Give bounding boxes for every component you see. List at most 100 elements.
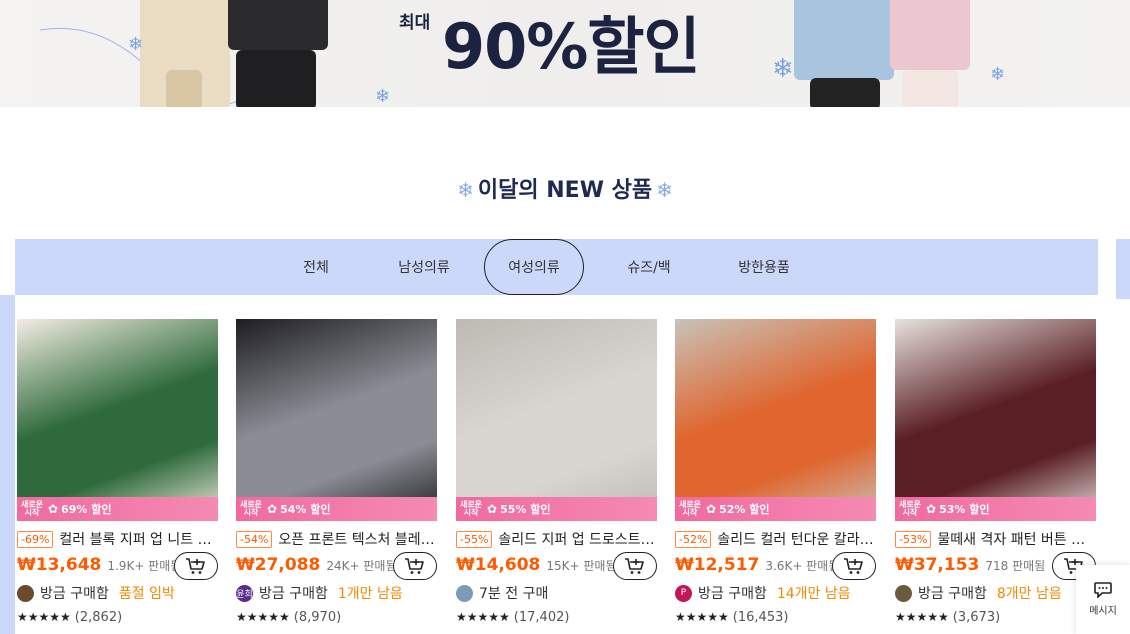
cart-icon bbox=[186, 558, 205, 574]
buyer-avatar bbox=[456, 584, 473, 602]
star-rating: ★★★★★ bbox=[675, 610, 729, 624]
model-figure bbox=[236, 50, 316, 107]
tab-mens[interactable]: 남성의류 bbox=[364, 239, 484, 295]
section-title-text: 이달의 NEW 상품 bbox=[477, 178, 653, 203]
message-button[interactable]: 메시지 bbox=[1076, 565, 1130, 634]
product-image[interactable]: 새로운 시작 ✿ 69% 할인 bbox=[17, 319, 218, 521]
add-to-cart-button[interactable] bbox=[174, 552, 218, 580]
stock-status: 1개만 남음 bbox=[337, 586, 403, 602]
review-count: (2,862) bbox=[74, 609, 123, 625]
promo-percent: 55% 할인 bbox=[500, 503, 551, 516]
tab-shoes-bags[interactable]: 슈즈/백 bbox=[584, 239, 714, 295]
stock-status: 품절 임박 bbox=[118, 586, 175, 602]
sold-count: 24K+ 판매됨 bbox=[326, 558, 397, 573]
stock-status: 14개만 남음 bbox=[776, 586, 851, 602]
add-to-cart-button[interactable] bbox=[393, 552, 437, 580]
sold-count: 1.9K+ 판매됨 bbox=[107, 558, 182, 573]
side-band bbox=[0, 295, 15, 634]
recent-purchase: 방금 구매함 bbox=[259, 586, 328, 602]
sold-count: 718 판매됨 bbox=[985, 558, 1046, 573]
message-label: 메시지 bbox=[1089, 606, 1117, 617]
model-figure bbox=[166, 70, 202, 107]
product-image[interactable]: 새로운 시작 ✿ 53% 할인 bbox=[895, 319, 1096, 521]
product-image[interactable]: 새로운 시작 ✿ 54% 할인 bbox=[236, 319, 437, 521]
snowflake-icon: ❄ bbox=[656, 178, 673, 202]
product-price: ₩12,517 bbox=[675, 555, 760, 575]
sold-count: 15K+ 판매됨 bbox=[546, 558, 617, 573]
recent-purchase: 방금 구매함 bbox=[918, 586, 987, 602]
promo-strip: 새로운 시작 ✿ 53% 할인 bbox=[895, 497, 1096, 521]
model-figure bbox=[902, 70, 958, 107]
discount-badge: -55% bbox=[456, 530, 493, 548]
discount-badge: -69% bbox=[17, 530, 54, 548]
review-count: (16,453) bbox=[732, 609, 789, 625]
review-count: (17,402) bbox=[513, 609, 570, 625]
star-rating: ★★★★★ bbox=[895, 610, 949, 624]
model-figure bbox=[810, 78, 880, 107]
recent-purchase: 방금 구매함 bbox=[698, 586, 767, 602]
tab-winter-goods[interactable]: 방한용품 bbox=[714, 239, 814, 295]
banner-headline: 90%할인 bbox=[442, 10, 700, 83]
discount-badge: -52% bbox=[675, 530, 712, 548]
category-tabs: 전체 남성의류 여성의류 슈즈/백 방한용품 bbox=[268, 239, 814, 295]
product-card[interactable]: 새로운 시작 ✿ 52% 할인 -52% 솔리드 컬러 턴다운 칼라 티셔츠 ₩… bbox=[675, 319, 876, 628]
product-card[interactable]: 새로운 시작 ✿ 55% 할인 -55% 솔리드 지퍼 업 드로스트링 후디 ₩… bbox=[456, 319, 657, 628]
product-card[interactable]: 새로운 시작 ✿ 54% 할인 -54% 오픈 프론트 텍스처 블레이저 코트 … bbox=[236, 319, 437, 628]
product-title[interactable]: 오픈 프론트 텍스처 블레이저 코트 bbox=[278, 529, 437, 549]
promo-tag: 새로운 시작 bbox=[898, 500, 922, 517]
product-title[interactable]: 솔리드 지퍼 업 드로스트링 후디 bbox=[498, 529, 657, 549]
promo-strip: 새로운 시작 ✿ 55% 할인 bbox=[456, 497, 657, 521]
recent-purchase: 방금 구매함 bbox=[40, 586, 109, 602]
product-card[interactable]: 새로운 시작 ✿ 69% 할인 -69% 컬러 블록 지퍼 업 니트 카디건 ₩… bbox=[17, 319, 218, 628]
promo-percent: 52% 할인 bbox=[719, 503, 770, 516]
product-title[interactable]: 솔리드 컬러 턴다운 칼라 티셔츠 bbox=[717, 529, 876, 549]
flower-icon: ✿ bbox=[706, 502, 717, 516]
tab-all[interactable]: 전체 bbox=[268, 239, 364, 295]
promo-tag: 새로운 시작 bbox=[678, 500, 702, 517]
star-rating: ★★★★★ bbox=[17, 610, 71, 624]
product-price: ₩27,088 bbox=[236, 555, 321, 575]
snowflake-icon: ❄ bbox=[457, 178, 474, 202]
tab-womens[interactable]: 여성의류 bbox=[484, 239, 584, 295]
promo-tag: 새로운 시작 bbox=[20, 500, 44, 517]
promo-tag: 새로운 시작 bbox=[459, 500, 483, 517]
promo-strip: 새로운 시작 ✿ 52% 할인 bbox=[675, 497, 876, 521]
add-to-cart-button[interactable] bbox=[613, 552, 657, 580]
star-rating: ★★★★★ bbox=[236, 610, 290, 624]
promo-banner[interactable]: ❄ ❄ ❄ ❄ 최대 90%할인 bbox=[0, 0, 1130, 107]
product-card[interactable]: 새로운 시작 ✿ 53% 할인 -53% 물떼새 격자 패턴 버튼 재킷 ₩37… bbox=[895, 319, 1096, 628]
sold-count: 3.6K+ 판매됨 bbox=[765, 558, 840, 573]
product-image[interactable]: 새로운 시작 ✿ 52% 할인 bbox=[675, 319, 876, 521]
recent-purchase: 7분 전 구매 bbox=[479, 586, 549, 602]
model-figure bbox=[794, 0, 894, 80]
snowflake-icon: ❄ bbox=[128, 34, 144, 55]
product-title[interactable]: 컬러 블록 지퍼 업 니트 카디건 bbox=[59, 529, 218, 549]
model-figure bbox=[890, 0, 970, 70]
promo-strip: 새로운 시작 ✿ 69% 할인 bbox=[17, 497, 218, 521]
cart-icon bbox=[844, 558, 863, 574]
snowflake-icon: ❄ bbox=[990, 64, 1006, 85]
buyer-avatar bbox=[895, 584, 912, 602]
flower-icon: ✿ bbox=[267, 502, 278, 516]
review-count: (8,970) bbox=[293, 609, 342, 625]
snowflake-icon: ❄ bbox=[772, 54, 794, 84]
discount-badge: -54% bbox=[236, 530, 273, 548]
promo-percent: 53% 할인 bbox=[939, 503, 990, 516]
snowflake-icon: ❄ bbox=[375, 86, 391, 107]
product-price: ₩13,648 bbox=[17, 555, 102, 575]
product-image[interactable]: 새로운 시작 ✿ 55% 할인 bbox=[456, 319, 657, 521]
chat-icon bbox=[1094, 582, 1112, 598]
product-title[interactable]: 물떼새 격자 패턴 버튼 재킷 bbox=[937, 529, 1096, 549]
flower-icon: ✿ bbox=[48, 502, 59, 516]
banner-subtext: 최대 bbox=[399, 13, 431, 33]
buyer-avatar: P bbox=[675, 584, 692, 602]
buyer-avatar: 윤희 bbox=[236, 584, 253, 602]
product-price: ₩14,608 bbox=[456, 555, 541, 575]
promo-percent: 54% 할인 bbox=[280, 503, 331, 516]
section-title: ❄ 이달의 NEW 상품 ❄ bbox=[0, 172, 1130, 204]
add-to-cart-button[interactable] bbox=[832, 552, 876, 580]
cart-icon bbox=[625, 558, 644, 574]
promo-tag: 새로운 시작 bbox=[239, 500, 263, 517]
flower-icon: ✿ bbox=[926, 502, 937, 516]
stock-status: 8개만 남음 bbox=[996, 586, 1062, 602]
